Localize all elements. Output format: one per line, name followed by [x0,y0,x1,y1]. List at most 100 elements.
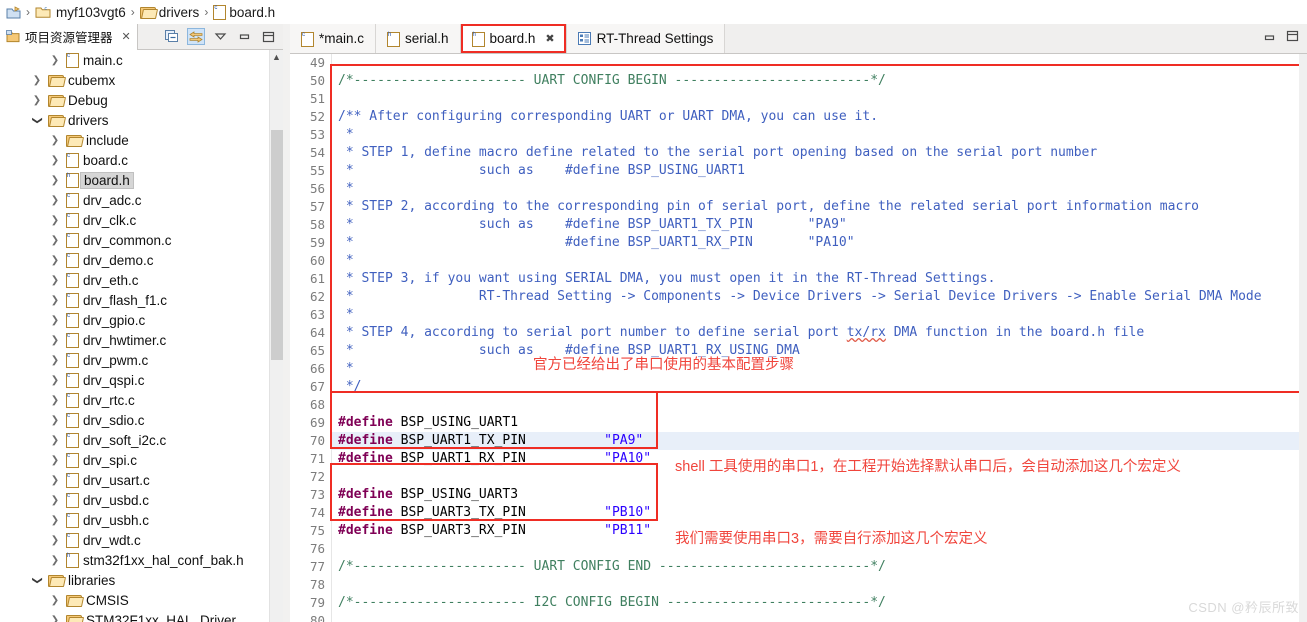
code-line[interactable] [332,576,1307,594]
tree-item-board-h[interactable]: ❯ board.h [0,170,269,190]
code-line[interactable]: #define BSP_UART3_TX_PIN "PB10" [332,504,1307,522]
chevron-right-icon[interactable]: ❯ [48,315,62,326]
tree-item-drv-pwm-c[interactable]: ❯ drv_pwm.c [0,350,269,370]
tree-item-drv-eth-c[interactable]: ❯ drv_eth.c [0,270,269,290]
tree-item-cmsis[interactable]: ❯ CMSIS [0,590,269,610]
code-line[interactable]: * #define BSP_UART1_RX_PIN "PA10" [332,234,1307,252]
code-line[interactable]: #define BSP_USING_UART3 [332,486,1307,504]
editor-tab-rt-thread-settings[interactable]: RT-Thread Settings [566,24,726,53]
chevron-right-icon[interactable]: ❯ [48,215,62,226]
link-with-editor-icon[interactable] [187,28,205,45]
scroll-up-icon[interactable]: ▲ [270,50,283,64]
chevron-down-icon[interactable]: ❯ [32,573,43,587]
tree-item-cubemx[interactable]: ❯ cubemx [0,70,269,90]
code-line[interactable] [332,612,1307,622]
chevron-right-icon[interactable]: ❯ [30,95,44,106]
tree-item-drv-qspi-c[interactable]: ❯ drv_qspi.c [0,370,269,390]
code-line[interactable]: * such as #define BSP_UART1_TX_PIN "PA9" [332,216,1307,234]
tree-item-drv-sdio-c[interactable]: ❯ drv_sdio.c [0,410,269,430]
code-line[interactable] [332,54,1307,72]
tree-item-libraries[interactable]: ❯ libraries [0,570,269,590]
chevron-right-icon[interactable]: ❯ [48,555,62,566]
chevron-right-icon[interactable]: ❯ [48,195,62,206]
editor-tab-serial-h[interactable]: serial.h [376,24,461,53]
tree-item-drv-wdt-c[interactable]: ❯ drv_wdt.c [0,530,269,550]
chevron-right-icon[interactable]: ❯ [48,435,62,446]
code-line[interactable]: * such as #define BSP_USING_UART1 [332,162,1307,180]
project-tree-scrollbar[interactable]: ▲ [269,50,283,622]
tree-item-drv-hwtimer-c[interactable]: ❯ drv_hwtimer.c [0,330,269,350]
tree-item-drv-demo-c[interactable]: ❯ drv_demo.c [0,250,269,270]
tab-project-explorer[interactable]: 项目资源管理器 ✕ [0,23,138,50]
chevron-right-icon[interactable]: ❯ [48,155,62,166]
chevron-right-icon[interactable]: ❯ [48,55,62,66]
chevron-right-icon[interactable]: ❯ [48,535,62,546]
chevron-right-icon[interactable]: ❯ [48,275,62,286]
chevron-right-icon[interactable]: ❯ [48,595,62,606]
breadcrumb-item-file[interactable]: board.h [213,5,275,20]
tree-item-drv-spi-c[interactable]: ❯ drv_spi.c [0,450,269,470]
code-line[interactable]: * [332,360,1307,378]
code-line[interactable]: * STEP 3, if you want using SERIAL DMA, … [332,270,1307,288]
code-line[interactable]: * STEP 1, define macro define related to… [332,144,1307,162]
chevron-right-icon[interactable]: ❯ [48,175,62,186]
code-line[interactable] [332,90,1307,108]
project-tree[interactable]: ❯ main.c ❯ cubemx ❯ Debug ❯ drivers ❯ include ❯ boa… [0,50,283,622]
tree-item-main-c[interactable]: ❯ main.c [0,50,269,70]
editor-tab--main-c[interactable]: *main.c [290,24,377,53]
code-line[interactable]: #define BSP_USING_UART1 [332,414,1307,432]
chevron-right-icon[interactable]: ❯ [48,235,62,246]
tree-item-drv-rtc-c[interactable]: ❯ drv_rtc.c [0,390,269,410]
breadcrumb-item-workspace[interactable] [6,5,21,19]
chevron-right-icon[interactable]: ❯ [48,135,62,146]
tree-item-stm32f1xx-hal-driver[interactable]: ❯ STM32F1xx_HAL_Driver [0,610,269,622]
code-line[interactable] [332,396,1307,414]
breadcrumb-item-drivers[interactable]: drivers [139,5,199,20]
chevron-right-icon[interactable]: ❯ [48,335,62,346]
close-icon[interactable]: ✖ [545,32,554,45]
code-line[interactable]: #define BSP_UART1_TX_PIN "PA9" [332,432,1307,450]
editor-tab-board-h[interactable]: board.h ✖ [460,24,567,53]
breadcrumb-item-project[interactable]: c myf103vgt6 [35,5,126,20]
chevron-right-icon[interactable]: ❯ [48,255,62,266]
code-line[interactable]: * STEP 4, according to serial port numbe… [332,324,1307,342]
chevron-right-icon[interactable]: ❯ [48,495,62,506]
chevron-right-icon[interactable]: ❯ [48,415,62,426]
code-line[interactable]: * [332,306,1307,324]
tree-item-drv-gpio-c[interactable]: ❯ drv_gpio.c [0,310,269,330]
scrollbar-thumb[interactable] [271,130,283,360]
minimize-icon[interactable] [235,28,253,45]
code-line[interactable]: /*---------------------- UART CONFIG BEG… [332,72,1307,90]
tree-item-drv-usart-c[interactable]: ❯ drv_usart.c [0,470,269,490]
tree-item-drivers[interactable]: ❯ drivers [0,110,269,130]
code-line[interactable]: */ [332,378,1307,396]
tree-item-stm32f1xx-hal-conf-bak-h[interactable]: ❯ stm32f1xx_hal_conf_bak.h [0,550,269,570]
tree-item-drv-soft-i2c-c[interactable]: ❯ drv_soft_i2c.c [0,430,269,450]
collapse-all-icon[interactable] [163,28,181,45]
chevron-right-icon[interactable]: ❯ [48,395,62,406]
code-line[interactable]: * [332,252,1307,270]
maximize-icon[interactable] [259,28,277,45]
code-line[interactable]: * [332,126,1307,144]
tree-item-drv-clk-c[interactable]: ❯ drv_clk.c [0,210,269,230]
tree-item-drv-flash-f1-c[interactable]: ❯ drv_flash_f1.c [0,290,269,310]
maximize-icon[interactable] [1286,29,1299,47]
code-line[interactable]: * RT-Thread Setting -> Components -> Dev… [332,288,1307,306]
code-line[interactable]: * STEP 2, according to the corresponding… [332,198,1307,216]
code-view[interactable]: 49 50 51 52 53 54 55 56 57 58 59 60 61 62 63 64 65 66 67 68… [290,54,1307,622]
code-line[interactable]: * such as #define BSP_UART1_RX_USING_DMA [332,342,1307,360]
code-line[interactable]: /*---------------------- UART CONFIG END… [332,558,1307,576]
chevron-right-icon[interactable]: ❯ [48,375,62,386]
code-line[interactable]: /*---------------------- I2C CONFIG BEGI… [332,594,1307,612]
tree-item-include[interactable]: ❯ include [0,130,269,150]
close-icon[interactable]: ✕ [122,30,131,43]
chevron-right-icon[interactable]: ❯ [48,295,62,306]
tree-item-drv-usbh-c[interactable]: ❯ drv_usbh.c [0,510,269,530]
tree-item-board-c[interactable]: ❯ board.c [0,150,269,170]
chevron-down-icon[interactable]: ❯ [32,113,43,127]
tree-item-debug[interactable]: ❯ Debug [0,90,269,110]
tree-item-drv-common-c[interactable]: ❯ drv_common.c [0,230,269,250]
minimize-icon[interactable] [1263,29,1276,47]
chevron-right-icon[interactable]: ❯ [48,455,62,466]
code-line[interactable]: /** After configuring corresponding UART… [332,108,1307,126]
